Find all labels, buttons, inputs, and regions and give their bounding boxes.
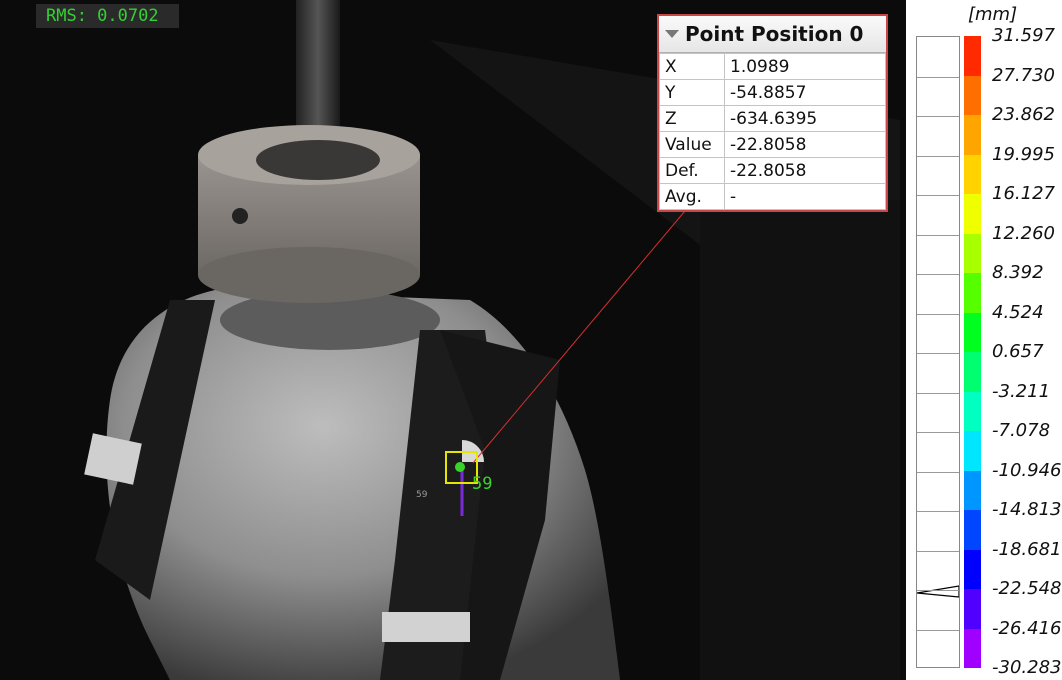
scale-label: 12.260 — [992, 222, 1055, 244]
row-key: Avg. — [659, 183, 725, 210]
table-row: Def. -22.8058 — [659, 157, 886, 184]
target-sticker-id: 59 — [416, 490, 428, 500]
histogram-tick-line — [917, 274, 959, 275]
color-bar-segment — [964, 233, 981, 273]
histogram-tick-line — [917, 155, 959, 157]
row-key: Def. — [659, 157, 725, 184]
row-value: -54.8857 — [724, 79, 886, 106]
scale-label: 23.862 — [992, 104, 1055, 125]
scale-label: -7.078 — [992, 420, 1051, 441]
table-row: Value -22.8058 — [659, 131, 886, 158]
color-bar-segment — [964, 352, 981, 392]
color-bar-segment — [964, 470, 981, 510]
histogram-box — [916, 36, 960, 668]
histogram-tick-line — [917, 353, 959, 354]
scale-label: 4.524 — [992, 301, 1044, 323]
color-bar-segment — [964, 391, 981, 431]
row-value: - — [724, 183, 886, 210]
point-marker-dot[interactable] — [455, 462, 465, 472]
row-value: 1.0989 — [724, 53, 886, 80]
scale-label: -3.211 — [992, 380, 1051, 402]
color-bar-segment — [964, 75, 981, 115]
table-row: Avg. - — [659, 183, 886, 210]
row-value: -22.8058 — [724, 131, 886, 158]
scale-unit: [mm] — [968, 4, 1018, 25]
histogram-tick-line — [917, 313, 959, 315]
row-value: -22.8058 — [724, 157, 886, 184]
scale-label: 16.127 — [992, 183, 1055, 204]
scale-label: -18.681 — [992, 538, 1062, 560]
scale-label: 0.657 — [992, 341, 1044, 362]
color-bar-segment — [964, 312, 981, 352]
histogram-tick-line — [917, 195, 959, 196]
scale-label: -26.416 — [992, 617, 1062, 639]
point-position-panel[interactable]: Point Position 0 X 1.0989 Y -54.8857 Z -634… — [657, 14, 888, 212]
table-row: X 1.0989 — [659, 53, 886, 80]
row-key: Value — [659, 131, 725, 158]
scale-label: 8.392 — [992, 262, 1044, 283]
row-value: -634.6395 — [724, 105, 886, 132]
rms-readout: RMS: 0.0702 — [36, 4, 179, 28]
table-row: Y -54.8857 — [659, 79, 886, 106]
point-panel-header[interactable]: Point Position 0 — [659, 16, 886, 53]
camera-viewport[interactable]: 59 RMS: 0.0702 59 Point Position 0 X 1.09… — [0, 0, 906, 680]
background-frame — [700, 200, 900, 680]
color-bar-segment — [964, 194, 981, 234]
color-bar — [964, 36, 981, 668]
cap-screw-hole — [232, 208, 248, 224]
histogram-tick-line — [917, 392, 959, 394]
point-panel-title: Point Position 0 — [685, 22, 864, 46]
histogram-spike — [917, 585, 959, 598]
scale-label: -10.946 — [992, 459, 1062, 481]
color-bar-segment — [964, 589, 981, 629]
histogram-tick-line — [917, 234, 959, 236]
color-bar-segment — [964, 154, 981, 194]
color-bar-segment — [964, 549, 981, 589]
histogram-tick-line — [917, 550, 959, 552]
color-bar-segment — [964, 115, 981, 155]
scale-label: 31.597 — [992, 25, 1055, 46]
table-row: Z -634.6395 — [659, 105, 886, 132]
scale-label: -22.548 — [992, 578, 1062, 599]
histogram-tick-line — [917, 432, 959, 433]
color-bar-segment — [964, 510, 981, 550]
row-key: X — [659, 53, 725, 80]
collapse-triangle-icon[interactable] — [665, 30, 679, 38]
color-bar-segment — [964, 36, 981, 76]
color-bar-segment — [964, 273, 981, 313]
point-marker-label: 59 — [472, 474, 493, 494]
right-strap-reflector — [382, 612, 470, 642]
color-bar-segment — [964, 628, 981, 668]
color-bar-segment — [964, 431, 981, 471]
color-scale-legend[interactable]: [mm] 31.597 27.730 23.862 19.995 16.127 12.26… — [906, 0, 1062, 680]
histogram-plot — [917, 585, 959, 598]
row-key: Y — [659, 79, 725, 106]
scale-label: 27.730 — [992, 64, 1055, 86]
histogram-tick-line — [917, 116, 959, 117]
point-values-table: X 1.0989 Y -54.8857 Z -634.6395 Value -22.80… — [659, 53, 886, 210]
scale-label: -14.813 — [992, 499, 1062, 520]
scale-label: 19.995 — [992, 143, 1055, 165]
histogram-tick-line — [917, 590, 959, 591]
scale-label: -30.283 — [992, 657, 1062, 678]
histogram-tick-line — [917, 629, 959, 631]
histogram-tick-line — [917, 511, 959, 512]
histogram-tick-line — [917, 76, 959, 78]
row-key: Z — [659, 105, 725, 132]
histogram-tick-line — [917, 471, 959, 473]
